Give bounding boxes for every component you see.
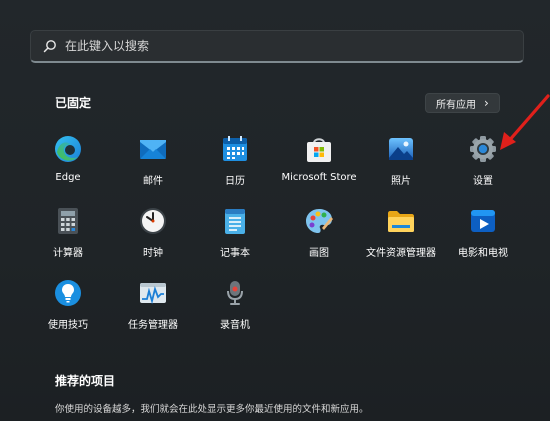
search-box[interactable]: [30, 30, 524, 63]
app-edge[interactable]: Edge: [26, 134, 110, 196]
app-label: Edge: [55, 172, 81, 183]
task-manager-icon: [138, 278, 168, 308]
app-label: 时钟: [143, 248, 163, 259]
app-mail[interactable]: 邮件: [111, 134, 195, 196]
app-label: 电影和电视: [458, 248, 508, 259]
edge-icon: [53, 134, 83, 164]
app-label: 计算器: [53, 248, 83, 259]
pinned-title: 已固定: [55, 96, 92, 110]
app-label: 照片: [391, 176, 411, 187]
app-label: 画图: [309, 248, 329, 259]
recommended-title: 推荐的项目: [55, 374, 116, 388]
app-label: 记事本: [220, 248, 250, 259]
app-calendar[interactable]: 日历: [193, 134, 277, 196]
paint-icon: [304, 206, 334, 236]
notepad-icon: [220, 206, 250, 236]
app-task-manager[interactable]: 任务管理器: [111, 278, 195, 340]
recommended-description: 你使用的设备越多，我们就会在此处显示更多你最近使用的文件和新应用。: [55, 404, 369, 415]
app-voice-recorder[interactable]: 录音机: [193, 278, 277, 340]
calculator-icon: [53, 206, 83, 236]
chevron-right-icon: ›: [484, 96, 489, 110]
movies-tv-icon: [468, 206, 498, 236]
app-label: Microsoft Store: [281, 172, 357, 183]
red-arrow-annotation: [500, 94, 550, 150]
app-tips[interactable]: 使用技巧: [26, 278, 110, 340]
app-label: 使用技巧: [48, 320, 88, 331]
all-apps-button[interactable]: 所有应用 ›: [425, 93, 500, 113]
app-notepad[interactable]: 记事本: [193, 206, 277, 268]
app-label: 设置: [473, 176, 493, 187]
app-paint[interactable]: 画图: [277, 206, 361, 268]
app-calculator[interactable]: 计算器: [26, 206, 110, 268]
store-icon: [304, 134, 334, 164]
app-label: 文件资源管理器: [366, 248, 436, 259]
app-label: 任务管理器: [128, 320, 178, 331]
start-menu: 已固定 所有应用 › Edge: [0, 0, 550, 421]
app-label: 日历: [225, 176, 245, 187]
app-label: 邮件: [143, 176, 163, 187]
tips-icon: [53, 278, 83, 308]
app-photos[interactable]: 照片: [359, 134, 443, 196]
app-microsoft-store[interactable]: Microsoft Store: [277, 134, 361, 196]
app-movies-tv[interactable]: 电影和电视: [441, 206, 525, 268]
voice-recorder-icon: [220, 278, 250, 308]
search-input[interactable]: [65, 39, 523, 53]
app-label: 录音机: [220, 320, 250, 331]
gear-icon: [468, 134, 498, 164]
app-file-explorer[interactable]: 文件资源管理器: [359, 206, 443, 268]
clock-icon: [138, 206, 168, 236]
folder-icon: [386, 206, 416, 236]
photos-icon: [386, 134, 416, 164]
all-apps-label: 所有应用: [436, 99, 476, 111]
app-clock[interactable]: 时钟: [111, 206, 195, 268]
mail-icon: [138, 134, 168, 164]
search-icon: [43, 40, 56, 53]
calendar-icon: [220, 134, 250, 164]
